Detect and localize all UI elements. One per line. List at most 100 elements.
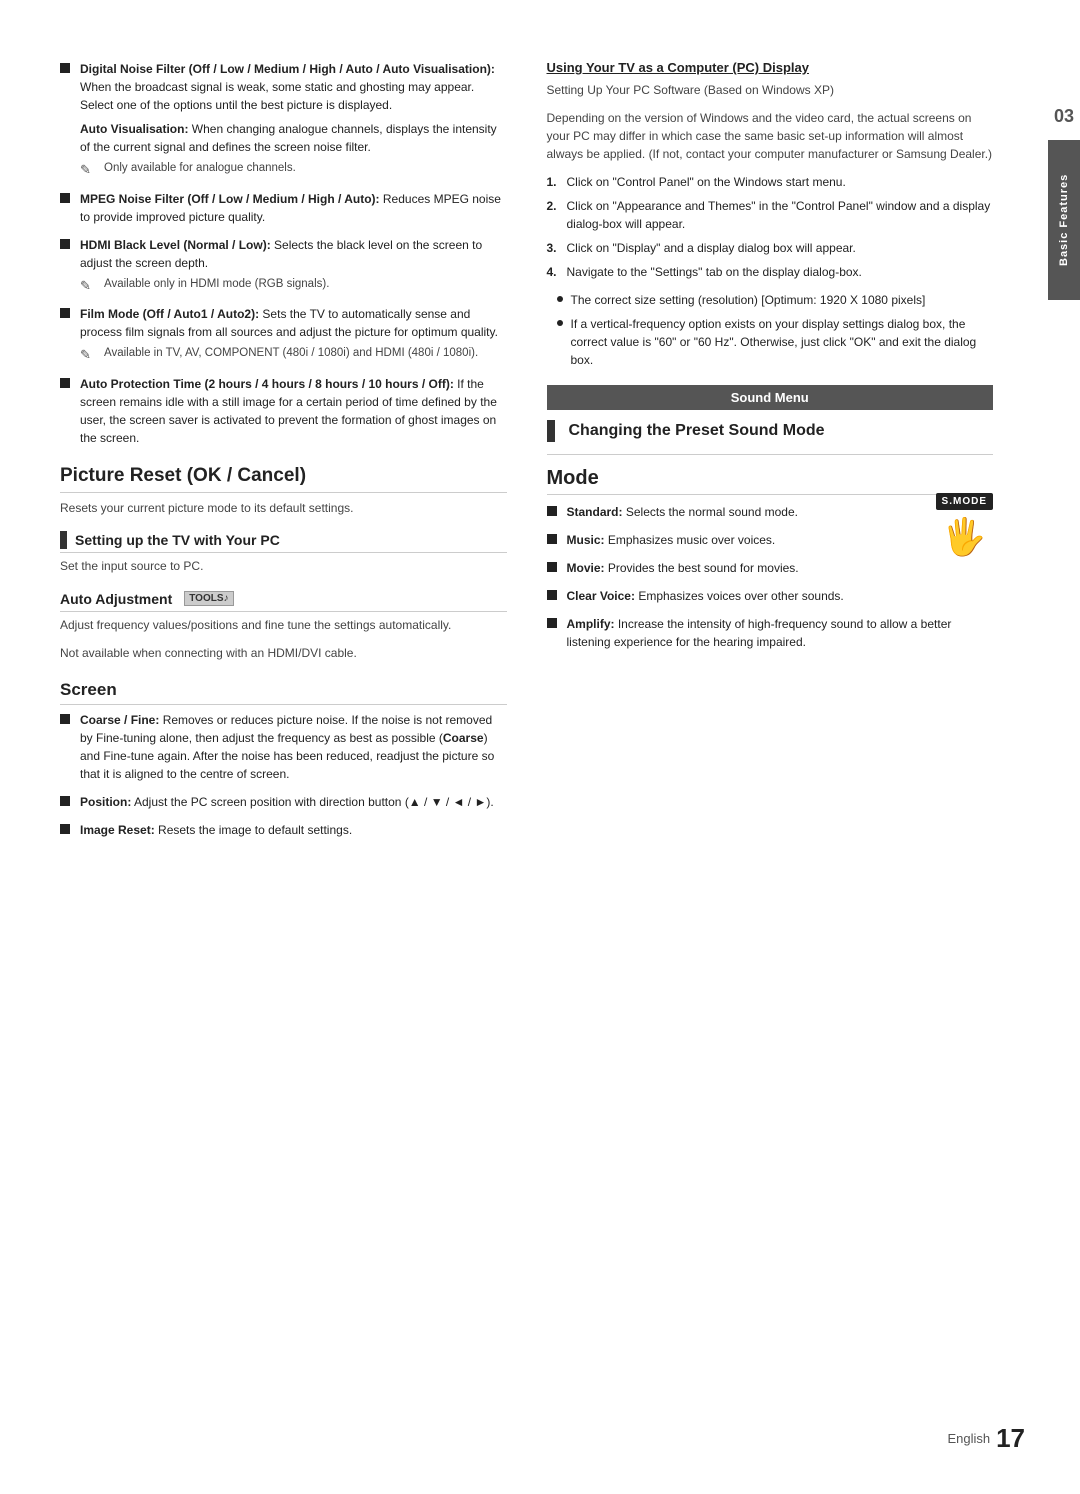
bullet-content: Image Reset: Resets the image to default… bbox=[80, 821, 507, 839]
pc-desc: Depending on the version of Windows and … bbox=[547, 109, 994, 163]
step-num: 4. bbox=[547, 263, 567, 281]
item-text: Clear Voice: Emphasizes voices over othe… bbox=[567, 589, 844, 603]
sound-menu-banner: Sound Menu bbox=[547, 385, 994, 410]
left-column: Digital Noise Filter (Off / Low / Medium… bbox=[60, 60, 507, 1434]
item-text: MPEG Noise Filter (Off / Low / Medium / … bbox=[80, 192, 501, 224]
bullet-icon bbox=[60, 796, 70, 806]
circle-text: The correct size setting (resolution) [O… bbox=[571, 291, 926, 309]
page-container: 03 Basic Features Digital Noise Filter (… bbox=[0, 0, 1080, 1494]
bullet-icon bbox=[60, 378, 70, 388]
auto-adj-label: Auto Adjustment bbox=[60, 591, 172, 607]
tools-badge: TOOLS♪ bbox=[184, 591, 233, 606]
step-text: Click on "Appearance and Themes" in the … bbox=[567, 197, 994, 233]
bullet-icon bbox=[60, 239, 70, 249]
list-item: Digital Noise Filter (Off / Low / Medium… bbox=[60, 60, 507, 180]
step-text: Click on "Display" and a display dialog … bbox=[567, 239, 856, 257]
preset-label: Changing the Preset Sound Mode bbox=[569, 422, 825, 440]
list-item: Movie: Provides the best sound for movie… bbox=[547, 559, 994, 577]
list-item: Position: Adjust the PC screen position … bbox=[60, 793, 507, 811]
bullet-icon bbox=[547, 506, 557, 516]
bullet-content: Auto Protection Time (2 hours / 4 hours … bbox=[80, 375, 507, 447]
list-item: 3. Click on "Display" and a display dial… bbox=[547, 239, 994, 257]
chapter-label: Basic Features bbox=[1048, 140, 1080, 300]
list-item: 1. Click on "Control Panel" on the Windo… bbox=[547, 173, 994, 191]
pc-steps-list: 1. Click on "Control Panel" on the Windo… bbox=[547, 173, 994, 281]
list-item: Image Reset: Resets the image to default… bbox=[60, 821, 507, 839]
step-text: Navigate to the "Settings" tab on the di… bbox=[567, 263, 862, 281]
item-text: Standard: Selects the normal sound mode. bbox=[567, 505, 798, 519]
note-text: Available only in HDMI mode (RGB signals… bbox=[104, 276, 329, 293]
auto-adj-text2: Not available when connecting with an HD… bbox=[60, 644, 507, 662]
smode-container: S.MODE 🖐 bbox=[936, 493, 993, 558]
list-item: Standard: Selects the normal sound mode. bbox=[547, 503, 926, 521]
step-num: 3. bbox=[547, 239, 567, 257]
item-text: Movie: Provides the best sound for movie… bbox=[567, 561, 799, 575]
bullet-content: Music: Emphasizes music over voices. bbox=[567, 531, 926, 549]
bullet-content: Digital Noise Filter (Off / Low / Medium… bbox=[80, 60, 507, 180]
footer: English 17 bbox=[947, 1423, 1025, 1454]
changing-preset-section: Changing the Preset Sound Mode bbox=[547, 420, 994, 455]
list-item: 2. Click on "Appearance and Themes" in t… bbox=[547, 197, 994, 233]
list-item: Music: Emphasizes music over voices. bbox=[547, 531, 926, 549]
picture-reset-heading: Picture Reset (OK / Cancel) bbox=[60, 465, 507, 493]
circle-bullet-icon bbox=[557, 320, 563, 326]
list-item: Film Mode (Off / Auto1 / Auto2): Sets th… bbox=[60, 305, 507, 365]
pencil-note: ✎ Available only in HDMI mode (RGB signa… bbox=[80, 276, 507, 296]
bullet-content: HDMI Black Level (Normal / Low): Selects… bbox=[80, 236, 507, 296]
bullet-icon bbox=[547, 562, 557, 572]
bullet-icon bbox=[547, 534, 557, 544]
smode-hand-icon: 🖐 bbox=[936, 516, 993, 558]
bullet-content: Film Mode (Off / Auto1 / Auto2): Sets th… bbox=[80, 305, 507, 365]
bullet-content: Coarse / Fine: Removes or reduces pictur… bbox=[80, 711, 507, 783]
bullet-content: Standard: Selects the normal sound mode. bbox=[567, 503, 926, 521]
step-text: Click on "Control Panel" on the Windows … bbox=[567, 173, 846, 191]
bullet-content: Movie: Provides the best sound for movie… bbox=[567, 559, 994, 577]
bullet-content: MPEG Noise Filter (Off / Low / Medium / … bbox=[80, 190, 507, 226]
step-num: 2. bbox=[547, 197, 567, 215]
top-bullet-list: Digital Noise Filter (Off / Low / Medium… bbox=[60, 60, 507, 447]
item-text: Digital Noise Filter (Off / Low / Medium… bbox=[80, 62, 495, 112]
bullet-content: Position: Adjust the PC screen position … bbox=[80, 793, 507, 811]
footer-page-number: 17 bbox=[996, 1423, 1025, 1454]
bullet-icon bbox=[547, 618, 557, 628]
item-text: Amplify: Increase the intensity of high-… bbox=[567, 617, 952, 649]
list-item: MPEG Noise Filter (Off / Low / Medium / … bbox=[60, 190, 507, 226]
circle-item: If a vertical-frequency option exists on… bbox=[557, 315, 994, 369]
setting-up-heading: Setting up the TV with Your PC bbox=[60, 531, 507, 553]
changing-preset-heading: Changing the Preset Sound Mode bbox=[547, 420, 994, 442]
pencil-icon: ✎ bbox=[80, 345, 98, 365]
item-text: HDMI Black Level (Normal / Low): Selects… bbox=[80, 238, 482, 270]
mode-bullet-list: Standard: Selects the normal sound mode.… bbox=[547, 503, 994, 651]
picture-reset-text: Resets your current picture mode to its … bbox=[60, 499, 507, 517]
right-column: Using Your TV as a Computer (PC) Display… bbox=[547, 60, 994, 1434]
using-tv-heading: Using Your TV as a Computer (PC) Display bbox=[547, 60, 994, 75]
note-text: Available in TV, AV, COMPONENT (480i / 1… bbox=[104, 345, 478, 362]
circle-item: The correct size setting (resolution) [O… bbox=[557, 291, 994, 309]
screen-bullet-list: Coarse / Fine: Removes or reduces pictur… bbox=[60, 711, 507, 839]
bullet-content: Clear Voice: Emphasizes voices over othe… bbox=[567, 587, 994, 605]
bullet-icon bbox=[60, 308, 70, 318]
bullet-icon bbox=[60, 714, 70, 724]
bullet-icon bbox=[60, 824, 70, 834]
circle-bullet-icon bbox=[557, 296, 563, 302]
pencil-icon: ✎ bbox=[80, 160, 98, 180]
pc-intro: Setting Up Your PC Software (Based on Wi… bbox=[547, 81, 994, 99]
item-text: Film Mode (Off / Auto1 / Auto2): Sets th… bbox=[80, 307, 498, 339]
setting-up-label: Setting up the TV with Your PC bbox=[75, 532, 280, 548]
mode-heading: Mode bbox=[547, 467, 994, 495]
list-item: Coarse / Fine: Removes or reduces pictur… bbox=[60, 711, 507, 783]
list-item: 4. Navigate to the "Settings" tab on the… bbox=[547, 263, 994, 281]
smode-button: S.MODE bbox=[936, 493, 993, 514]
content-area: Digital Noise Filter (Off / Low / Medium… bbox=[0, 0, 1048, 1494]
black-bar-icon bbox=[547, 420, 555, 442]
item-text: Position: Adjust the PC screen position … bbox=[80, 795, 494, 809]
list-item: Auto Protection Time (2 hours / 4 hours … bbox=[60, 375, 507, 447]
footer-text: English bbox=[947, 1431, 990, 1446]
bullet-icon bbox=[60, 193, 70, 203]
list-item: Amplify: Increase the intensity of high-… bbox=[547, 615, 994, 651]
bullet-content: Amplify: Increase the intensity of high-… bbox=[567, 615, 994, 651]
pencil-note: ✎ Available in TV, AV, COMPONENT (480i /… bbox=[80, 345, 507, 365]
smode-label: S.MODE bbox=[936, 493, 993, 510]
left-bar-icon bbox=[60, 531, 67, 549]
note-text: Only available for analogue channels. bbox=[104, 160, 296, 177]
